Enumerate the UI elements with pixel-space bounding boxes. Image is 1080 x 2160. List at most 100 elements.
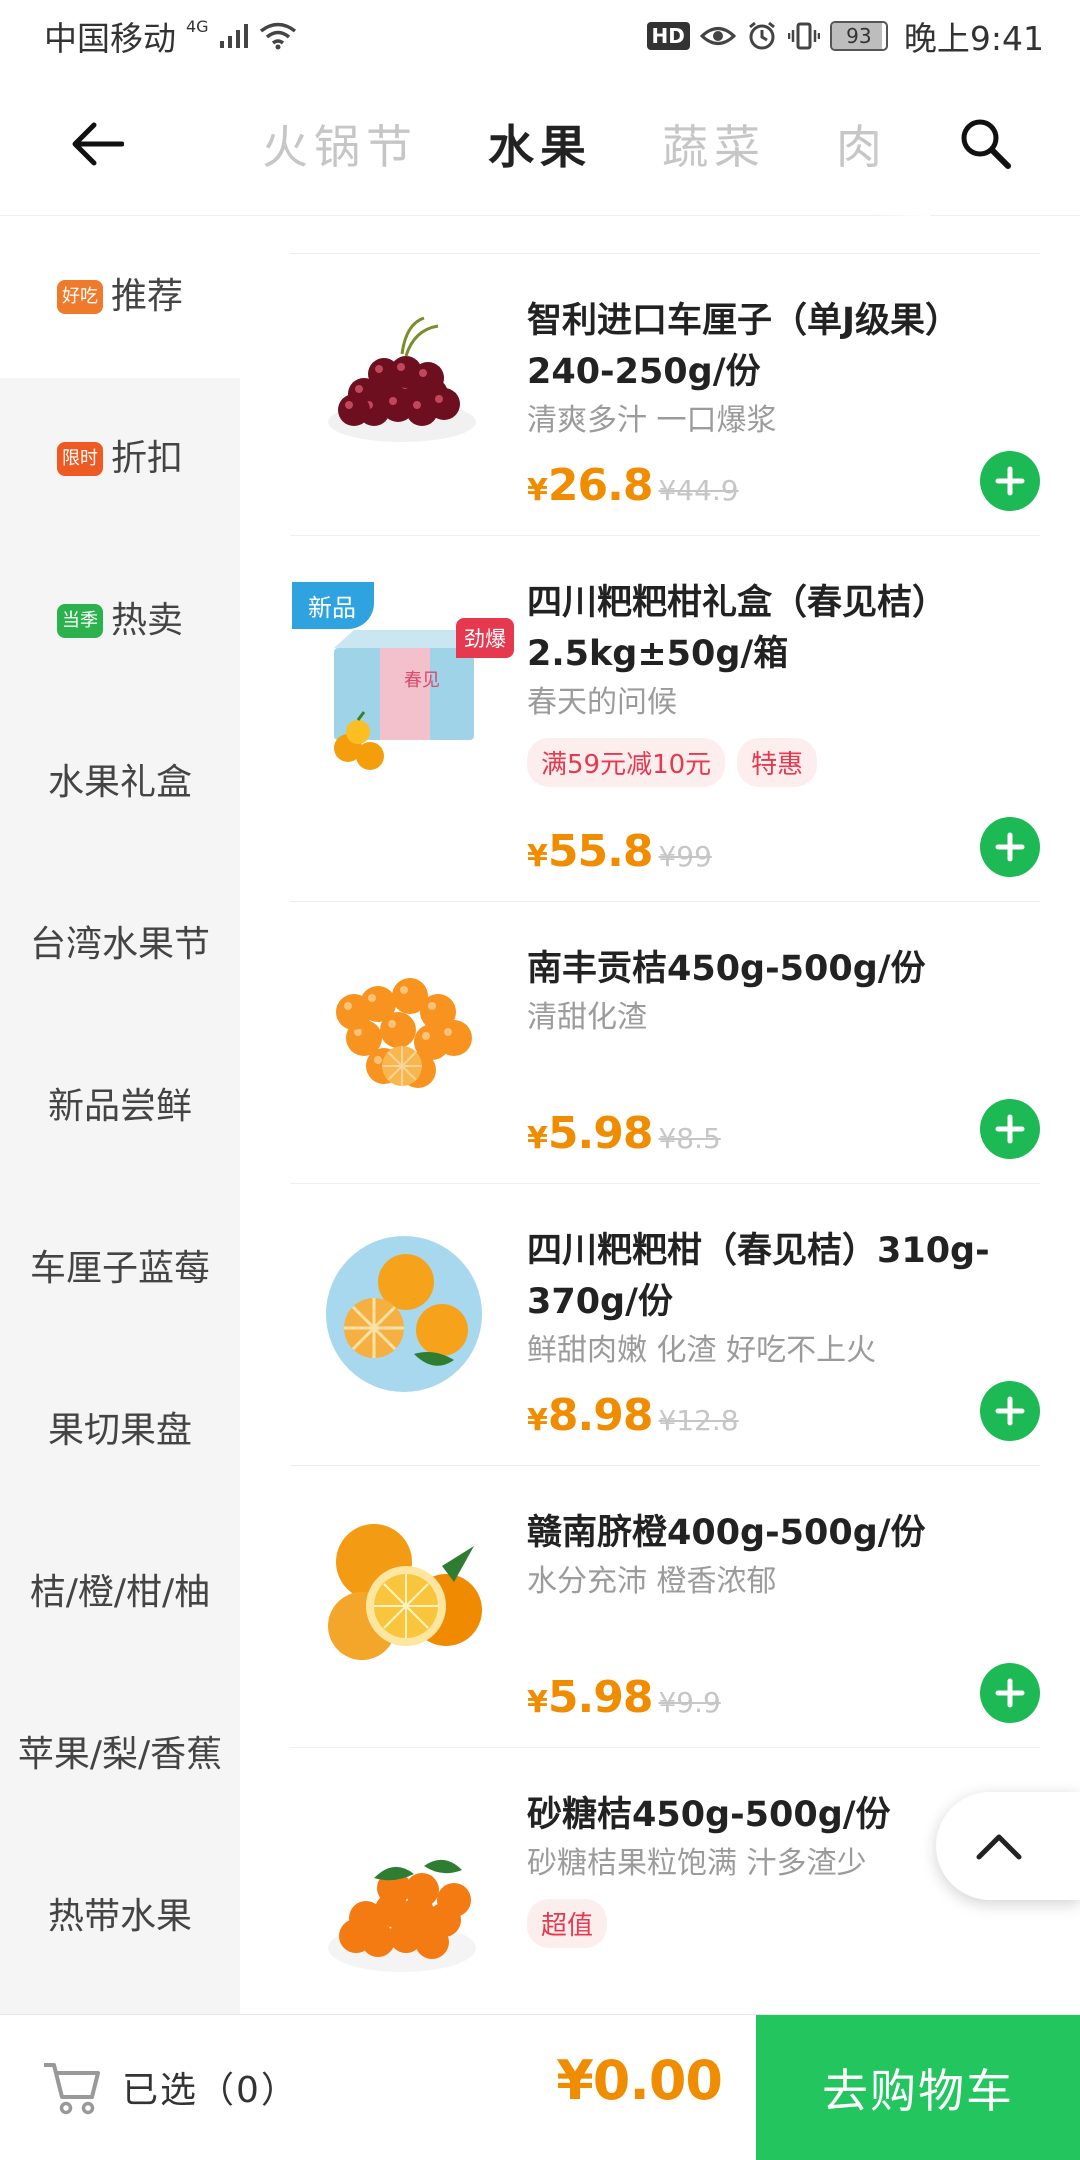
add-to-cart-button[interactable] [980,1381,1040,1441]
carrier-name: 中国移动 [44,19,176,58]
tab-2[interactable]: 蔬菜 [662,111,766,177]
category-tabs: 火锅节 水果 蔬菜肉 [220,72,930,216]
sidebar-item-1[interactable]: 限时 折扣 [0,378,240,540]
plus-icon [995,466,1025,496]
add-to-cart-button[interactable] [980,451,1040,511]
currency-symbol: ¥ [527,1403,548,1438]
go-to-cart-button[interactable]: 去购物车 [756,2015,1080,2160]
product-image-sugar-oranges[interactable] [314,1818,490,1994]
price-row: ¥ 5.98 ¥9.9 [527,1672,721,1723]
chevron-up-icon [976,1834,1022,1860]
clock-time: 晚上9:41 [903,19,1044,58]
product-item[interactable]: 新品 劲爆 春见 四川粑粑柑礼盒（春见桔）2.5kg±50g/箱 春天的问候 满59元… [290,536,1040,902]
product-info: 赣南脐橙400g-500g/份 水分充沛 橙香浓郁 [527,1508,1040,1603]
sidebar-item-3[interactable]: 水果礼盒 [0,702,240,864]
price-row: ¥ 26.8 ¥44.9 [527,460,739,511]
product-info: 四川粑粑柑礼盒（春见桔）2.5kg±50g/箱 春天的问候 满59元减10元 特惠 [527,578,1040,787]
sidebar-item-label: 新品尝鲜 [47,1085,192,1127]
alarm-icon [748,21,775,50]
sidebar-item-9[interactable]: 苹果/梨/香蕉 [0,1674,240,1836]
tab-1[interactable]: 水果 [488,111,592,177]
tabs-fade [870,72,930,216]
svg-text:春见: 春见 [404,670,440,691]
sidebar-item-label: 热带水果 [47,1895,192,1937]
product-title: 赣南脐橙400g-500g/份 [527,1513,926,1553]
sidebar-item-label: 苹果/梨/香蕉 [17,1733,223,1775]
product-list[interactable]: 智利进口车厘子（单J级果）240-250g/份 清爽多汁 一口爆浆 ¥ 26.8… [240,216,1080,2014]
product-item[interactable]: 砂糖桔450g-500g/份 砂糖桔果粒饱满 汁多渣少超值 ¥ 5.58 ¥14… [290,1748,1040,2014]
back-button[interactable] [66,112,130,176]
add-to-cart-button[interactable] [980,1663,1040,1723]
sidebar-item-5[interactable]: 新品尝鲜 [0,1026,240,1188]
plus-icon [995,1114,1025,1144]
back-arrow-icon [72,122,124,166]
current-price: 5.98 [547,1672,654,1723]
product-image-cherries[interactable] [314,294,490,470]
header: 火锅节 水果 蔬菜肉 [0,72,1080,216]
sidebar-badge: 好吃 [56,280,103,314]
cart-icon[interactable] [42,2057,102,2117]
product-subtitle: 清爽多汁 一口爆浆 [527,402,777,438]
product-image-oranges[interactable] [314,1506,490,1682]
sidebar-item-7[interactable]: 果切果盘 [0,1350,240,1512]
new-badge: 新品 [292,582,374,629]
sidebar-item-label: 推荐 [110,275,183,317]
current-price: 26.8 [547,460,654,511]
eye-comfort-icon [699,27,736,45]
price-row: ¥ 55.8 ¥99 [527,826,712,877]
plus-icon [995,832,1025,862]
current-price: 55.8 [547,826,654,877]
price-row: ¥ 8.98 ¥12.8 [527,1390,739,1441]
product-item[interactable]: 南丰贡桔450g-500g/份 清甜化渣 ¥ 5.98 ¥8.5 [290,902,1040,1184]
sidebar-badge: 当季 [56,604,103,638]
partial-list-item [290,216,1040,254]
sidebar-item-6[interactable]: 车厘子蓝莓 [0,1188,240,1350]
status-left: 中国移动 4G [44,12,297,60]
promo-tags: 满59元减10元 特惠 [527,737,1040,787]
original-price: ¥12.8 [658,1404,739,1437]
product-subtitle: 清甜化渣 [527,999,647,1035]
sidebar-item-4[interactable]: 台湾水果节 [0,864,240,1026]
product-title: 南丰贡桔450g-500g/份 [527,949,926,989]
current-price: 5.98 [547,1108,654,1159]
battery-icon: 93 [829,21,888,51]
product-info: 四川粑粑柑（春见桔）310g-370g/份 鲜甜肉嫩 化渣 好吃不上火 [527,1226,1040,1372]
product-item[interactable]: 智利进口车厘子（单J级果）240-250g/份 清爽多汁 一口爆浆 ¥ 26.8… [290,254,1040,536]
sidebar-item-label: 热卖 [110,599,183,641]
sidebar-item-label: 果切果盘 [47,1409,192,1451]
add-to-cart-button[interactable] [980,1099,1040,1159]
sidebar-item-label: 台湾水果节 [29,923,210,965]
search-button[interactable] [952,110,1018,176]
add-to-cart-button[interactable] [980,817,1040,877]
sidebar-badge: 限时 [56,442,103,476]
currency-symbol: ¥ [527,1121,548,1156]
product-image-tangerines[interactable] [314,942,490,1118]
sidebar-item-8[interactable]: 桔/橙/柑/柚 [0,1512,240,1674]
scroll-to-top-button[interactable] [936,1792,1080,1900]
status-bar: 中国移动 4G HD 93 晚上9:41 [0,0,1080,72]
product-item[interactable]: 赣南脐橙400g-500g/份 水分充沛 橙香浓郁 ¥ 5.98 ¥9.9 [290,1466,1040,1748]
promo-tags: 超值 [527,1898,1040,1948]
currency-symbol: ¥ [527,839,548,874]
tab-0[interactable]: 火锅节 [262,111,418,177]
product-item[interactable]: 四川粑粑柑（春见桔）310g-370g/份 鲜甜肉嫩 化渣 好吃不上火 ¥ 8.… [290,1184,1040,1466]
cart-total: ¥0.00 [556,2049,723,2112]
product-subtitle: 水分充沛 橙香浓郁 [527,1563,777,1599]
original-price: ¥8.5 [658,1122,721,1155]
product-image-mandarins[interactable] [314,1224,490,1400]
sidebar-item-0[interactable]: 好吃 推荐 [0,216,240,378]
original-price: ¥44.9 [658,474,739,507]
network-type: 4G [186,16,209,36]
price-row: ¥ 5.98 ¥8.5 [527,1108,721,1159]
battery-text: 93 [846,24,872,48]
bottom-bar: 已选（0） ¥0.00 去购物车 [0,2014,1080,2160]
product-info: 南丰贡桔450g-500g/份 清甜化渣 [527,944,1040,1039]
currency-symbol: ¥ [527,473,548,508]
plus-icon [995,1678,1025,1708]
promo-tag: 特惠 [737,737,818,787]
sidebar-item-2[interactable]: 当季 热卖 [0,540,240,702]
current-price: 8.98 [547,1390,654,1441]
sidebar-item-label: 车厘子蓝莓 [29,1247,210,1289]
plus-icon [995,1396,1025,1426]
sidebar-item-10[interactable]: 热带水果 [0,1836,240,1998]
